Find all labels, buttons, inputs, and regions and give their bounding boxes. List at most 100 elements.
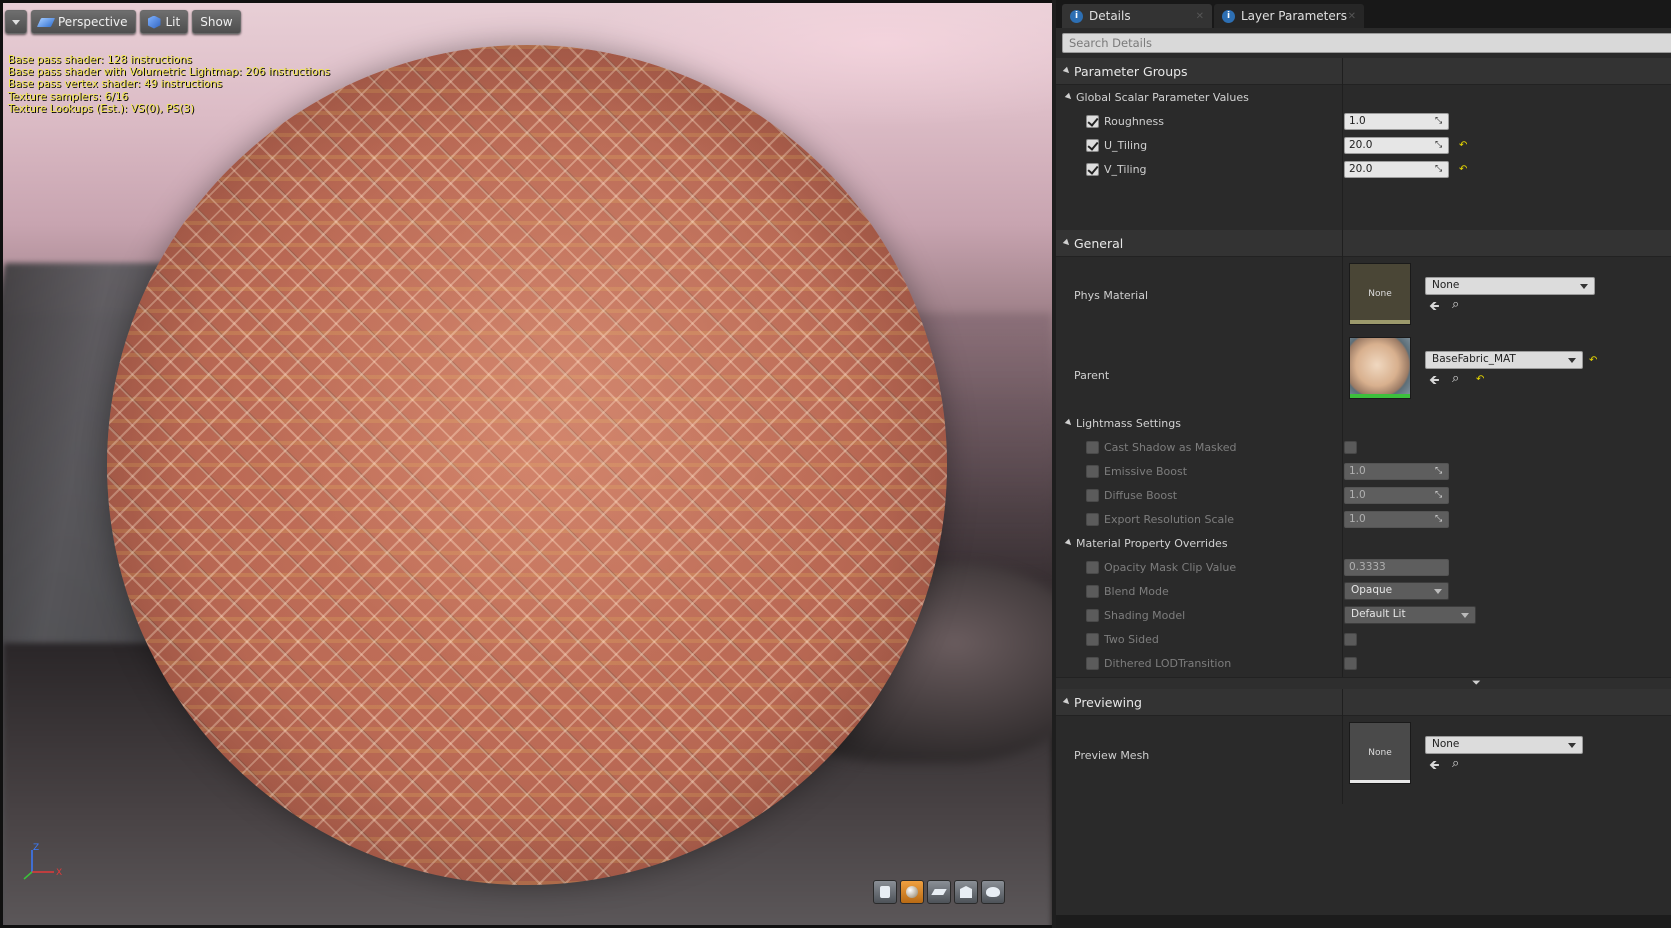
section-previewing[interactable]: Previewing — [1056, 689, 1671, 716]
u-tiling-value-field[interactable]: 20.0 ⤡ — [1344, 136, 1449, 154]
reset-to-default-icon[interactable]: ↶ — [1476, 374, 1484, 385]
override-checkbox[interactable] — [1086, 584, 1099, 598]
browse-search-icon[interactable]: ⌕ — [1452, 371, 1459, 386]
column-divider[interactable] — [1342, 689, 1343, 716]
drag-arrows-icon[interactable]: ⤡ — [1435, 140, 1445, 150]
sphere-icon — [906, 886, 918, 898]
blend-mode-dropdown[interactable]: Opaque — [1344, 582, 1449, 600]
reset-to-default-icon[interactable]: ↶ — [1459, 164, 1467, 175]
override-checkbox[interactable] — [1086, 608, 1099, 622]
collapse-arrow-icon — [1062, 66, 1072, 76]
v-tiling-override-checkbox[interactable] — [1086, 162, 1099, 176]
reset-to-default-icon[interactable]: ↶ — [1589, 355, 1597, 366]
parent-row: Parent BaseFabric_MAT ↶ 🡸 ⌕ ↶ — [1056, 337, 1671, 413]
roughness-value-field[interactable]: 1.0 ⤡ — [1344, 112, 1449, 130]
browse-search-icon[interactable]: ⌕ — [1452, 756, 1459, 771]
teapot-icon — [986, 887, 1000, 897]
shading-model-dropdown[interactable]: Default Lit — [1344, 606, 1476, 624]
details-panel: i Details ✕ i Layer Parameters ✕ Paramet… — [1056, 0, 1671, 928]
override-checkbox[interactable] — [1086, 488, 1099, 502]
cylinder-preview-button[interactable] — [873, 880, 897, 904]
u-tiling-override-checkbox[interactable] — [1086, 138, 1099, 152]
collapse-arrow-icon — [1062, 697, 1072, 707]
search-input[interactable] — [1062, 33, 1671, 53]
override-checkbox[interactable] — [1086, 656, 1099, 670]
override-checkbox[interactable] — [1086, 560, 1099, 574]
preview-mesh-dropdown[interactable]: None — [1425, 736, 1583, 754]
subsection-overrides[interactable]: Material Property Overrides — [1056, 531, 1671, 555]
subsection-lightmass[interactable]: Lightmass Settings — [1056, 411, 1671, 435]
column-divider[interactable] — [1342, 58, 1343, 85]
override-checkbox[interactable] — [1086, 440, 1099, 454]
preview-mesh-row: Preview Mesh None None 🡸 ⌕ — [1056, 716, 1671, 792]
emissive-boost-field[interactable]: 1.0 ⤡ — [1344, 462, 1449, 480]
stat-line: Texture samplers: 6/16 — [8, 90, 129, 103]
perspective-button[interactable]: Perspective — [31, 10, 136, 34]
override-row-opacity-mask: Opacity Mask Clip Value 0.3333 — [1056, 555, 1671, 579]
drag-arrows-icon[interactable]: ⤡ — [1435, 116, 1445, 126]
parent-thumbnail[interactable] — [1349, 337, 1411, 399]
override-checkbox[interactable] — [1086, 464, 1099, 478]
drag-arrows-icon[interactable]: ⤡ — [1435, 490, 1445, 500]
chevron-down-icon — [1461, 613, 1469, 618]
collapse-arrow-icon — [1064, 418, 1074, 428]
diffuse-boost-field[interactable]: 1.0 ⤡ — [1344, 486, 1449, 504]
lightmass-settings: Lightmass Settings Cast Shadow as Masked… — [1056, 411, 1671, 531]
drag-arrows-icon[interactable]: ⤡ — [1435, 514, 1445, 524]
advanced-expander[interactable]: ⏷ — [1056, 676, 1671, 689]
close-icon[interactable]: ✕ — [1348, 11, 1356, 22]
export-resolution-field[interactable]: 1.0 ⤡ — [1344, 510, 1449, 528]
override-row-shading-model: Shading Model Default Lit — [1056, 603, 1671, 627]
tab-layer-parameters[interactable]: i Layer Parameters ✕ — [1214, 4, 1364, 28]
viewport-scene[interactable] — [3, 3, 1052, 925]
override-checkbox[interactable] — [1086, 512, 1099, 526]
cube-preview-button[interactable] — [954, 880, 978, 904]
lit-button[interactable]: Lit — [139, 10, 189, 34]
show-button[interactable]: Show — [192, 10, 241, 34]
two-sided-checkbox[interactable] — [1344, 632, 1357, 646]
thumbnail-text: None — [1368, 289, 1392, 299]
section-parameter-groups[interactable]: Parameter Groups — [1056, 58, 1671, 85]
section-general[interactable]: General — [1056, 230, 1671, 257]
chevron-down-icon — [1434, 589, 1442, 594]
row-label: Opacity Mask Clip Value — [1104, 560, 1237, 574]
opacity-mask-field[interactable]: 0.3333 — [1344, 558, 1449, 576]
chevron-down-icon — [12, 19, 20, 25]
cast-shadow-checkbox[interactable] — [1344, 440, 1357, 454]
column-divider[interactable] — [1342, 230, 1343, 257]
browse-search-icon[interactable]: ⌕ — [1452, 297, 1459, 312]
stat-line: Texture Lookups (Est.): VS(0), PS(3) — [8, 102, 195, 115]
v-tiling-value-field[interactable]: 20.0 ⤡ — [1344, 160, 1449, 178]
close-icon[interactable]: ✕ — [1196, 11, 1204, 22]
preview-mesh-label: Preview Mesh — [1074, 749, 1150, 762]
parent-dropdown[interactable]: BaseFabric_MAT — [1425, 351, 1583, 369]
use-selected-arrow-icon[interactable]: 🡸 — [1429, 297, 1440, 319]
drag-arrows-icon[interactable]: ⤡ — [1435, 466, 1445, 476]
reset-to-default-icon[interactable]: ↶ — [1459, 140, 1467, 151]
viewport-options-button[interactable] — [5, 10, 27, 34]
use-selected-arrow-icon[interactable]: 🡸 — [1429, 756, 1440, 778]
row-label: Export Resolution Scale — [1104, 512, 1235, 526]
stat-line: Base pass vertex shader: 49 instructions — [8, 78, 223, 91]
section-title: Parameter Groups — [1074, 63, 1188, 79]
override-checkbox[interactable] — [1086, 632, 1099, 646]
tab-details[interactable]: i Details ✕ — [1062, 4, 1212, 28]
drag-arrows-icon[interactable]: ⤡ — [1435, 164, 1445, 174]
roughness-override-checkbox[interactable] — [1086, 114, 1099, 128]
use-selected-arrow-icon[interactable]: 🡸 — [1429, 371, 1440, 393]
preview-mesh-thumbnail[interactable]: None — [1349, 722, 1411, 784]
row-value: 1.0 — [1349, 512, 1366, 525]
plane-preview-button[interactable] — [927, 880, 951, 904]
phys-material-row: Phys Material None None 🡸 ⌕ — [1056, 257, 1671, 333]
dithered-lod-checkbox[interactable] — [1344, 656, 1357, 670]
phys-material-dropdown[interactable]: None — [1425, 277, 1595, 295]
material-preview-viewport[interactable]: Perspective Lit Show Base pass shader: 1… — [0, 0, 1056, 928]
shader-stats: Base pass shader: 128 instructions Base … — [8, 54, 330, 115]
sphere-preview-button[interactable] — [900, 880, 924, 904]
subsection-global-scalar[interactable]: Global Scalar Parameter Values — [1056, 85, 1671, 109]
asset-type-bar — [1350, 394, 1410, 398]
dropdown-value: Default Lit — [1351, 608, 1406, 620]
phys-material-thumbnail[interactable]: None — [1349, 263, 1411, 325]
row-label: Dithered LODTransition — [1104, 656, 1232, 670]
teapot-preview-button[interactable] — [981, 880, 1005, 904]
